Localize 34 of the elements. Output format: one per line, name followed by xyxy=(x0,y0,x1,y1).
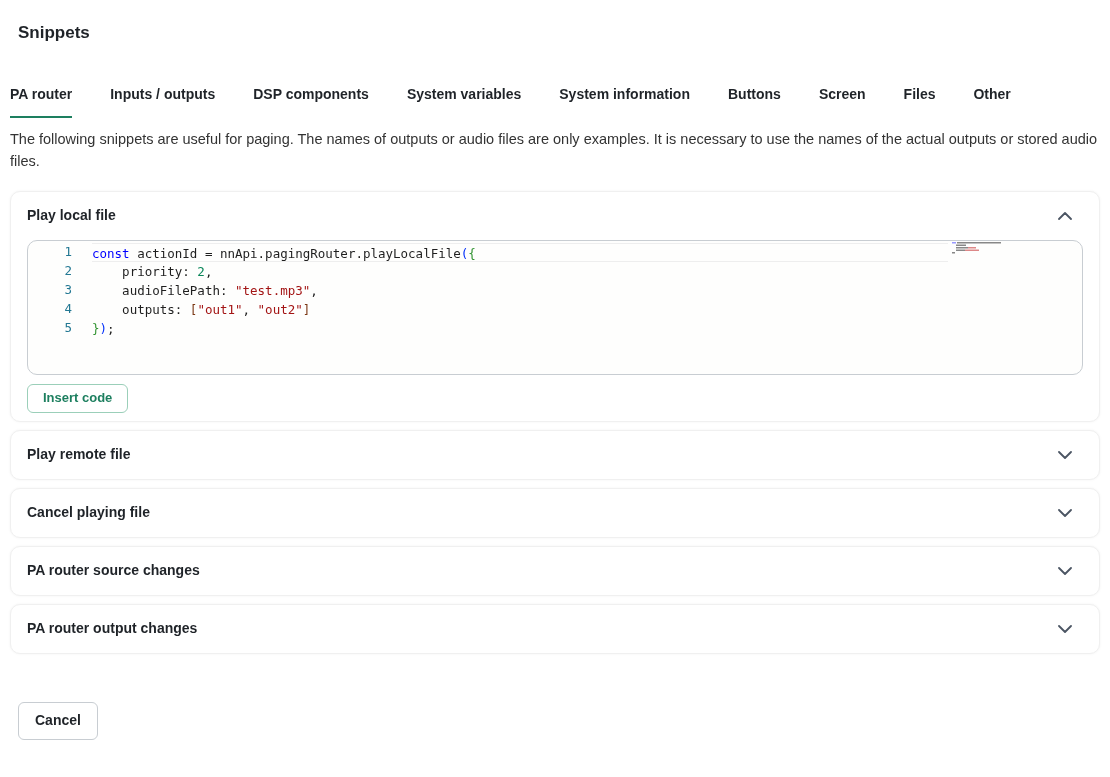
minimap-drawing xyxy=(952,241,1002,254)
accordion-header[interactable]: Play local file xyxy=(11,191,1099,240)
line-number: 2 xyxy=(63,261,73,280)
line-number: 5 xyxy=(63,318,73,337)
code-line: audioFilePath: "test.mp3", xyxy=(121,281,319,300)
tab[interactable]: Inputs / outputs xyxy=(110,83,216,118)
line-number: 3 xyxy=(63,280,73,299)
code-line: outputs: ["out1", "out2"] xyxy=(121,300,312,319)
description: The following snippets are useful for paging. The names of outputs or audio files are only examples. It is necessary to use the names of the actual outputs or stored audio files. xyxy=(9,129,1099,171)
accordion-header[interactable]: Play remote file xyxy=(11,430,1099,479)
line-number: 4 xyxy=(63,299,73,318)
tab[interactable]: System variables xyxy=(406,83,522,118)
tab[interactable]: PA router xyxy=(10,83,73,118)
code-line: priority: 2, xyxy=(121,262,214,281)
line-number: 1 xyxy=(63,242,73,261)
section-title: Cancel playing file xyxy=(27,503,150,522)
cancel-button[interactable]: Cancel xyxy=(18,701,98,740)
section-title: PA router source changes xyxy=(27,561,200,580)
tab[interactable]: DSP components xyxy=(253,83,369,118)
tab[interactable]: Files xyxy=(903,83,936,118)
accordion-header[interactable]: PA router source changes xyxy=(11,546,1099,595)
section-title: PA router output changes xyxy=(27,619,198,638)
code-line: const actionId = nnApi.pagingRouter.playLocalFile({ xyxy=(92,242,948,262)
section-title: Play remote file xyxy=(27,445,131,464)
accordion-header[interactable]: Cancel playing file xyxy=(11,488,1099,537)
tab[interactable]: Other xyxy=(973,83,1011,118)
accordion-header[interactable]: PA router output changes xyxy=(11,604,1099,653)
dialog-title: Snippets xyxy=(17,22,91,44)
tab[interactable]: Buttons xyxy=(728,83,781,118)
code-line: }); xyxy=(92,319,116,338)
section-title: Play local file xyxy=(27,206,116,225)
tab[interactable]: System information xyxy=(559,83,690,118)
insert-code-button[interactable]: Insert code xyxy=(27,383,129,413)
tab[interactable]: Screen xyxy=(818,83,866,118)
